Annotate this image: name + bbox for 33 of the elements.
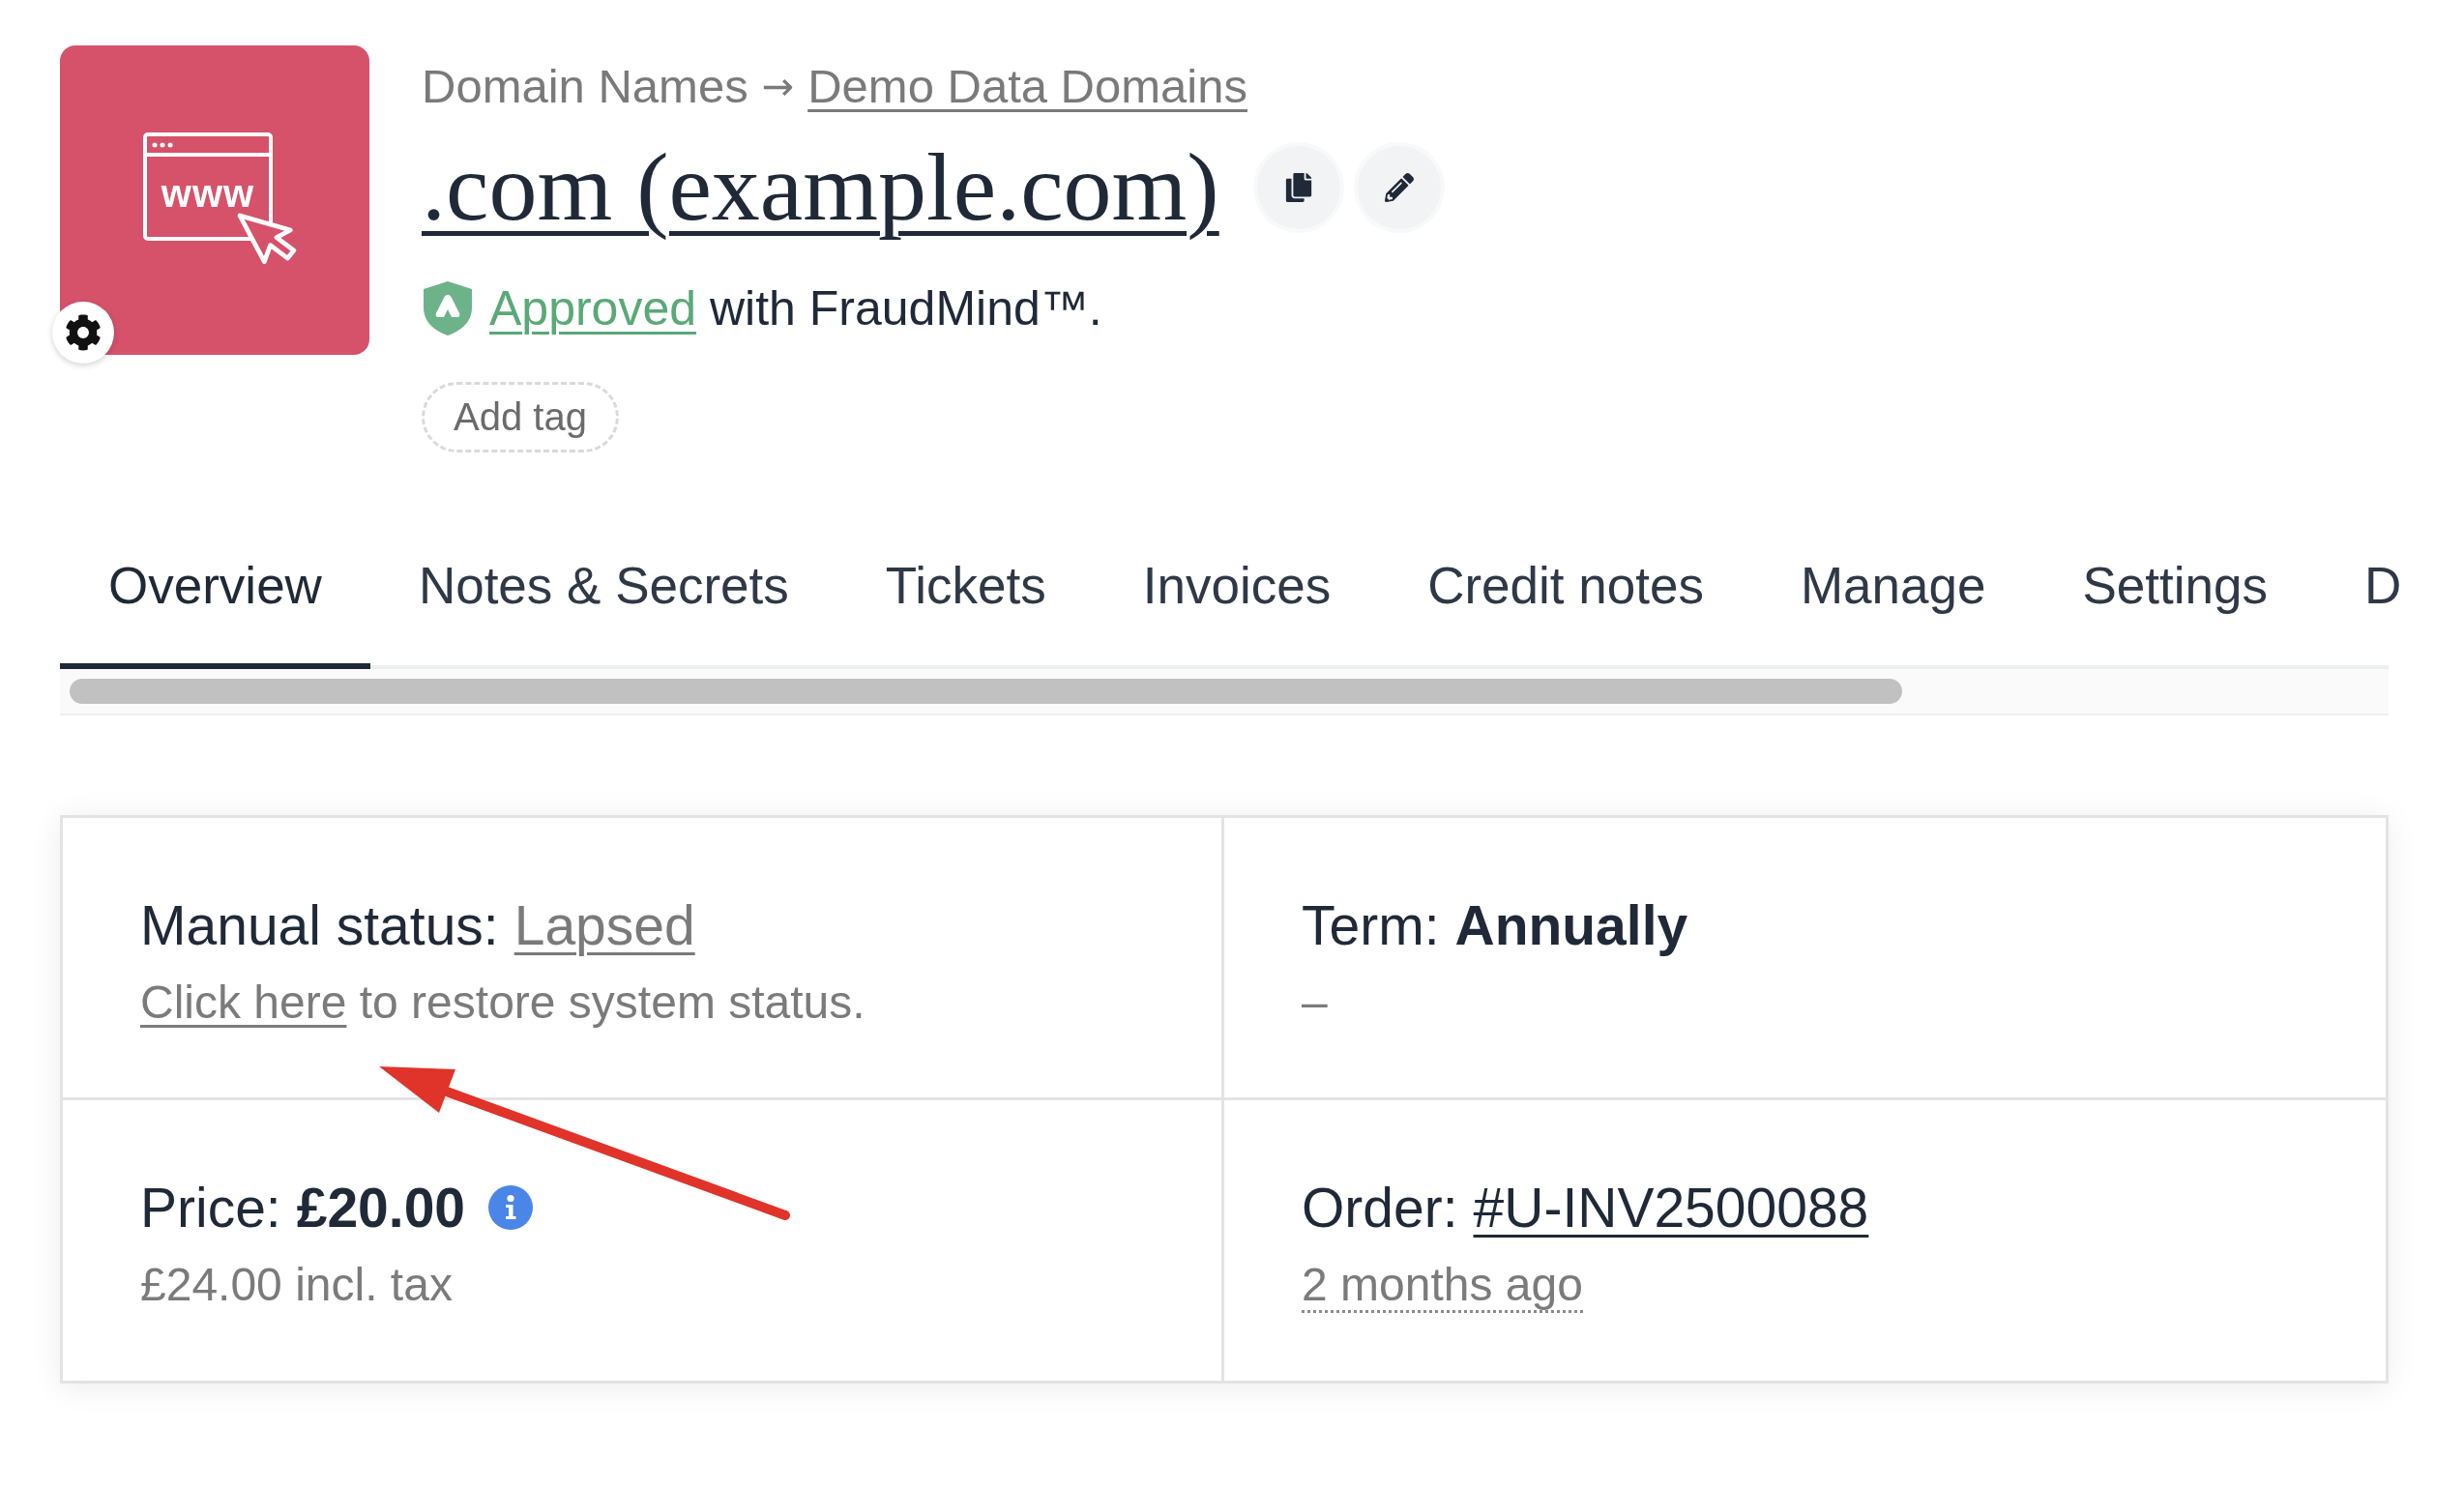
- breadcrumb-link[interactable]: Demo Data Domains: [807, 57, 1247, 115]
- breadcrumb-separator: →: [761, 63, 795, 110]
- tab[interactable]: Notes & Secrets: [369, 549, 837, 669]
- detail-label: Price:: [140, 1176, 281, 1240]
- shield-icon: [422, 280, 474, 336]
- tab[interactable]: Manage: [1751, 549, 2035, 669]
- tab[interactable]: Tickets: [836, 549, 1095, 669]
- detail-label: Manual status:: [140, 893, 499, 958]
- fraud-check-text: Approved with FraudMind™.: [489, 280, 1102, 337]
- scrollbar-thumb[interactable]: [70, 679, 1902, 704]
- restore-link[interactable]: Click here: [140, 977, 347, 1028]
- info-icon[interactable]: [488, 1185, 534, 1230]
- detail-note: –: [1302, 977, 1328, 1028]
- page-title[interactable]: .com (example.com): [422, 134, 1219, 241]
- detail-value: Annually: [1454, 893, 1688, 958]
- detail-label: Term:: [1302, 893, 1440, 958]
- detail-label: Order:: [1302, 1176, 1458, 1240]
- order-link[interactable]: #U-INV2500088: [1473, 1174, 1869, 1241]
- tab[interactable]: D: [2315, 549, 2450, 669]
- gear-icon[interactable]: [52, 302, 114, 364]
- tab[interactable]: Credit notes: [1379, 549, 1752, 669]
- detail-value: £20.00: [296, 1176, 466, 1240]
- relative-time: 2 months ago: [1302, 1260, 1583, 1313]
- tab[interactable]: Invoices: [1094, 549, 1380, 669]
- detail-note: £24.00 incl. tax: [140, 1259, 453, 1310]
- tab[interactable]: Settings: [2034, 549, 2316, 669]
- add-tag-button[interactable]: Add tag: [422, 382, 619, 452]
- status-link[interactable]: Lapsed: [513, 891, 695, 959]
- breadcrumb-item: Domain Names: [422, 59, 748, 114]
- status-note: Click here to restore system status.: [140, 977, 865, 1028]
- product-logo: www: [60, 45, 369, 355]
- pencil-icon: [1384, 173, 1414, 202]
- copy-icon: [1283, 173, 1313, 202]
